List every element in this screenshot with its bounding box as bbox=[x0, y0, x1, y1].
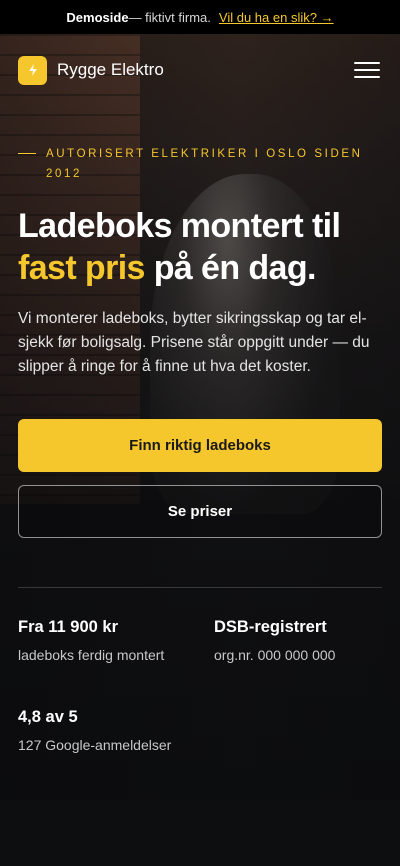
stat-rating: 4,8 av 5 127 Google-anmeldelser bbox=[18, 708, 171, 753]
headline-part1: Ladeboks montert til bbox=[18, 207, 341, 245]
headline-highlight: fast pris bbox=[18, 249, 145, 287]
stat-dsb: DSB-registrert org.nr. 000 000 000 bbox=[214, 618, 335, 663]
banner-link[interactable]: Vil du ha en slik? → bbox=[219, 10, 334, 25]
find-charger-button[interactable]: Finn riktig ladeboks bbox=[18, 419, 382, 472]
hero-headline: Ladeboks montert til fast pris på én dag… bbox=[18, 205, 382, 289]
hero-eyebrow: Autorisert elektriker i Oslo siden 2012 bbox=[18, 144, 382, 184]
banner-text: — fiktivt firma. bbox=[128, 9, 211, 25]
hero-lead: Vi monterer ladeboks, bytter sikringsska… bbox=[18, 310, 370, 375]
stat-dsb-value: DSB-registrert bbox=[214, 618, 327, 636]
stat-dsb-label: org.nr. 000 000 000 bbox=[214, 647, 336, 663]
stat-price-value: Fra 11 900 kr bbox=[18, 618, 118, 636]
see-prices-button[interactable]: Se priser bbox=[18, 485, 382, 538]
stat-price: Fra 11 900 kr ladeboks ferdig montert bbox=[18, 618, 164, 663]
stat-rating-value: 4,8 av 5 bbox=[18, 708, 78, 726]
site-header: Rygge Elektro bbox=[18, 54, 382, 86]
hero-content: Autorisert elektriker i Oslo siden 2012 … bbox=[18, 144, 382, 379]
banner-label: Demoside bbox=[66, 9, 129, 25]
headline-part2: på én dag. bbox=[144, 249, 317, 287]
brand-link[interactable]: Rygge Elektro bbox=[18, 55, 164, 85]
stat-price-label: ladeboks ferdig montert bbox=[18, 647, 165, 663]
hamburger-menu-icon[interactable] bbox=[354, 60, 382, 80]
demo-banner: Demoside — fiktivt firma. Vil du ha en s… bbox=[0, 0, 400, 34]
stat-rating-label: 127 Google-anmeldelser bbox=[18, 737, 172, 753]
divider bbox=[18, 587, 382, 588]
lightning-icon bbox=[18, 55, 47, 85]
brand-name: Rygge Elektro bbox=[57, 60, 164, 79]
